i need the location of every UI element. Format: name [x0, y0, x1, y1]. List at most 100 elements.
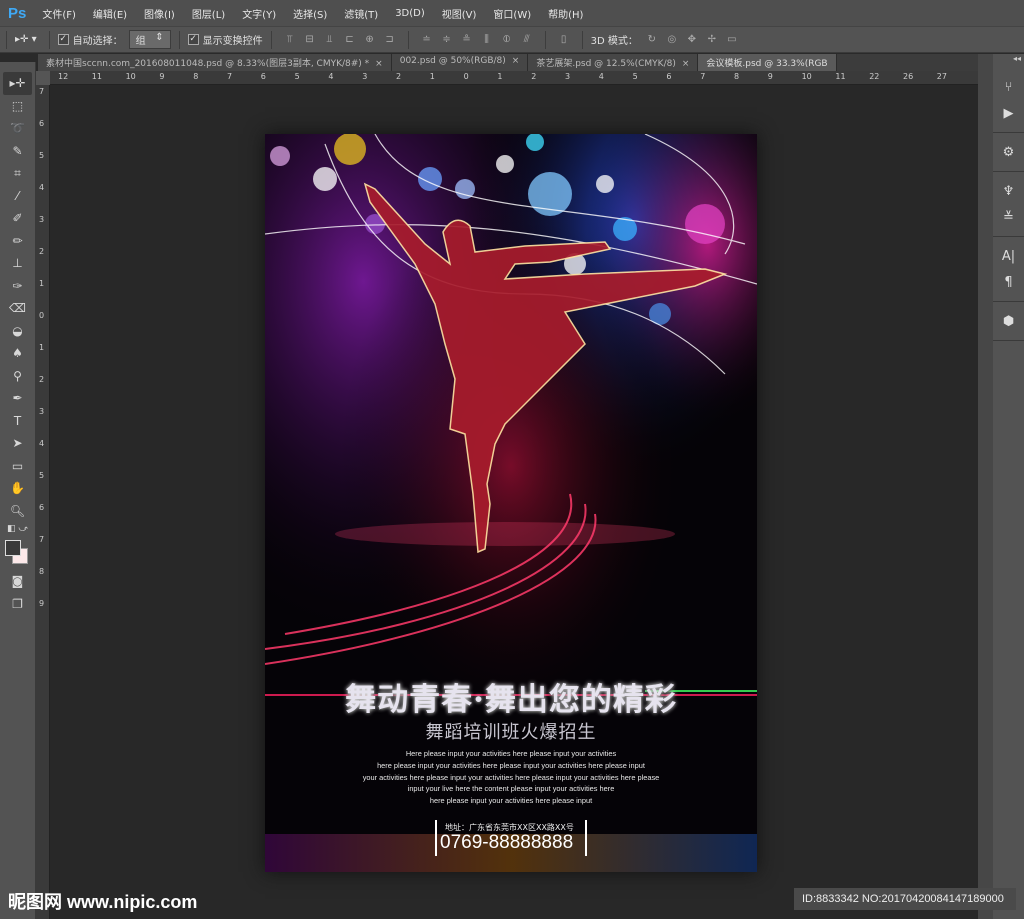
collapse-panels-icon[interactable]: ◂◂	[993, 54, 1024, 68]
body-line: Here please input your activities here p…	[405, 749, 617, 758]
quick-mask-icon[interactable]: ◙	[0, 570, 35, 593]
body-line: your activities here please input your a…	[362, 772, 660, 782]
close-icon[interactable]: ×	[682, 59, 690, 69]
eraser-tool-icon[interactable]: ⌫	[0, 297, 35, 320]
distribute-hcenter-icon[interactable]: ⦶	[499, 34, 515, 45]
marquee-tool-icon[interactable]: ⬚	[0, 95, 35, 118]
3d-mode-label: 3D 模式：	[590, 36, 638, 47]
auto-select-label: 自动选择：	[72, 36, 123, 47]
menu-layer[interactable]: 图层(L)	[192, 6, 225, 21]
menu-file[interactable]: 文件(F)	[42, 6, 76, 21]
align-bottom-icon[interactable]: ⫫	[322, 34, 338, 45]
poster-artboard[interactable]: 舞动青春·舞出您的精彩 舞蹈培训班火爆招生 Here please input …	[265, 134, 757, 872]
actions-panel-icon[interactable]: ▶	[993, 100, 1024, 126]
lasso-tool-icon[interactable]: ➰	[0, 117, 35, 140]
move-tool-preset-icon[interactable]: ▸✛ ▾	[15, 34, 37, 45]
menu-filter[interactable]: 滤镜(T)	[344, 6, 378, 21]
blur-tool-icon[interactable]: ♠	[0, 342, 35, 365]
ruler-tick-label: 10	[801, 72, 812, 81]
ruler-tick-label: 1	[497, 72, 503, 81]
distribute-right-icon[interactable]: ⫻	[519, 34, 535, 45]
ruler-tick-label: 4	[328, 72, 334, 81]
distribute-bottom-icon[interactable]: ≗	[459, 34, 475, 45]
menu-view[interactable]: 视图(V)	[442, 6, 477, 21]
auto-select-value: 组	[135, 36, 146, 47]
ruler-tick-label: 7	[39, 535, 45, 544]
dodge-tool-icon[interactable]: ⚲	[0, 365, 35, 388]
ruler-tick-label: 2	[39, 247, 45, 256]
healing-brush-tool-icon[interactable]: ✐	[0, 207, 35, 230]
align-hcenter-icon[interactable]: ⊕	[362, 34, 378, 45]
align-right-icon[interactable]: ⊐	[382, 34, 398, 45]
color-swatches[interactable]	[0, 536, 35, 570]
3d-roll-icon[interactable]: ◎	[664, 34, 680, 45]
menu-bar: Ps 文件(F) 编辑(E) 图像(I) 图层(L) 文字(Y) 选择(S) 滤…	[0, 0, 1024, 26]
paint-bucket-tool-icon[interactable]: ◒	[0, 320, 35, 343]
ruler-tick-label: 8	[193, 72, 199, 81]
menu-select[interactable]: 选择(S)	[293, 6, 327, 21]
align-left-icon[interactable]: ⊏	[342, 34, 358, 45]
distribute-top-icon[interactable]: ≐	[419, 34, 435, 45]
auto-select-dropdown[interactable]: 组 ⇕	[128, 30, 171, 49]
menu-help[interactable]: 帮助(H)	[548, 6, 583, 21]
menu-window[interactable]: 窗口(W)	[493, 6, 531, 21]
ruler-tick-label: 7	[700, 72, 706, 81]
history-brush-tool-icon[interactable]: ✑	[0, 275, 35, 298]
ruler-tick-label: 7	[39, 87, 45, 96]
menu-type[interactable]: 文字(Y)	[242, 6, 276, 21]
vertical-ruler[interactable]: 7 6 5 4 3 2 1 0 1 2 3 4 5 6 7 8 9	[36, 85, 50, 919]
close-icon[interactable]: ×	[512, 56, 520, 66]
rectangle-tool-icon[interactable]: ▭	[0, 455, 35, 478]
zoom-tool-icon[interactable]: 🔍︎	[0, 500, 35, 523]
3d-pan-icon[interactable]: ✥	[684, 34, 700, 45]
show-transform-checkbox[interactable]: ✓	[187, 34, 199, 45]
type-tool-icon[interactable]: T	[0, 410, 35, 433]
menu-image[interactable]: 图像(I)	[144, 6, 175, 21]
3d-slide-icon[interactable]: ✢	[704, 34, 720, 45]
align-vcenter-icon[interactable]: ⊟	[302, 34, 318, 45]
properties-panel-icon[interactable]: ⚙	[993, 139, 1024, 165]
3d-rotate-icon[interactable]: ↻	[644, 34, 660, 45]
swap-colors-icon[interactable]: ◧ ⤻	[0, 522, 35, 536]
close-icon[interactable]: ×	[375, 59, 383, 69]
3d-panel-icon[interactable]: ⬢	[993, 308, 1024, 334]
ruler-tick-label: 1	[429, 72, 435, 81]
paragraph-panel-icon[interactable]: ¶	[993, 269, 1024, 295]
3d-scale-icon[interactable]: ▭	[724, 34, 740, 45]
foreground-color[interactable]	[5, 540, 21, 556]
brush-presets-panel-icon[interactable]: ♆	[993, 178, 1024, 204]
tab-document-3[interactable]: 茶艺展架.psd @ 12.5%(CMYK/8) ×	[528, 54, 699, 71]
eyedropper-tool-icon[interactable]: ⁄	[0, 185, 35, 208]
distribute-vcenter-icon[interactable]: ≑	[439, 34, 455, 45]
distribute-left-icon[interactable]: ⫼	[479, 34, 495, 45]
ruler-tick-label: 6	[260, 72, 266, 81]
quick-selection-tool-icon[interactable]: ✎	[0, 140, 35, 163]
history-panel-icon[interactable]: ⑂	[993, 74, 1024, 100]
brush-settings-panel-icon[interactable]: ≚	[993, 204, 1024, 230]
tab-document-1[interactable]: 素材中国sccnn.com_201608011048.psd @ 8.33%(图…	[38, 54, 392, 71]
clone-stamp-tool-icon[interactable]: ⊥	[0, 252, 35, 275]
move-tool-icon[interactable]: ▸✛	[3, 72, 32, 95]
horizontal-ruler[interactable]: 12 11 10 9 8 7 6 5 4 3 2 1 0 1 2 3 4 5 6 7 8 9 10 11 22 26 27	[50, 71, 978, 85]
auto-select-checkbox[interactable]: ✓	[57, 34, 69, 45]
tools-panel: ▸✛ ⬚ ➰ ✎ ⌗ ⁄ ✐ ✏ ⊥ ✑ ⌫ ◒ ♠ ⚲ ✒ T ➤ ▭ ✋ 🔍…	[0, 62, 36, 919]
tab-document-2[interactable]: 002.psd @ 50%(RGB/8) ×	[391, 54, 529, 71]
pen-tool-icon[interactable]: ✒	[0, 387, 35, 410]
auto-align-icon[interactable]: ▯	[556, 34, 572, 45]
stepper-icon: ⇕	[155, 32, 164, 43]
menu-3d[interactable]: 3D(D)	[395, 8, 425, 19]
ruler-tick-label: 7	[227, 72, 233, 81]
menu-edit[interactable]: 编辑(E)	[93, 6, 127, 21]
hand-tool-icon[interactable]: ✋	[0, 477, 35, 500]
ruler-origin[interactable]	[36, 71, 50, 85]
character-panel-icon[interactable]: A|	[993, 243, 1024, 269]
ruler-tick-label: 3	[565, 72, 571, 81]
path-selection-tool-icon[interactable]: ➤	[0, 432, 35, 455]
screen-mode-icon[interactable]: ❐	[0, 593, 35, 616]
brush-tool-icon[interactable]: ✏	[0, 230, 35, 253]
tab-document-4[interactable]: 会议模板.psd @ 33.3%(RGB	[698, 54, 837, 71]
ruler-tick-label: 1	[39, 279, 45, 288]
align-top-icon[interactable]: ⫪	[282, 34, 298, 45]
crop-tool-icon[interactable]: ⌗	[0, 162, 35, 185]
ruler-tick-label: 10	[125, 72, 136, 81]
